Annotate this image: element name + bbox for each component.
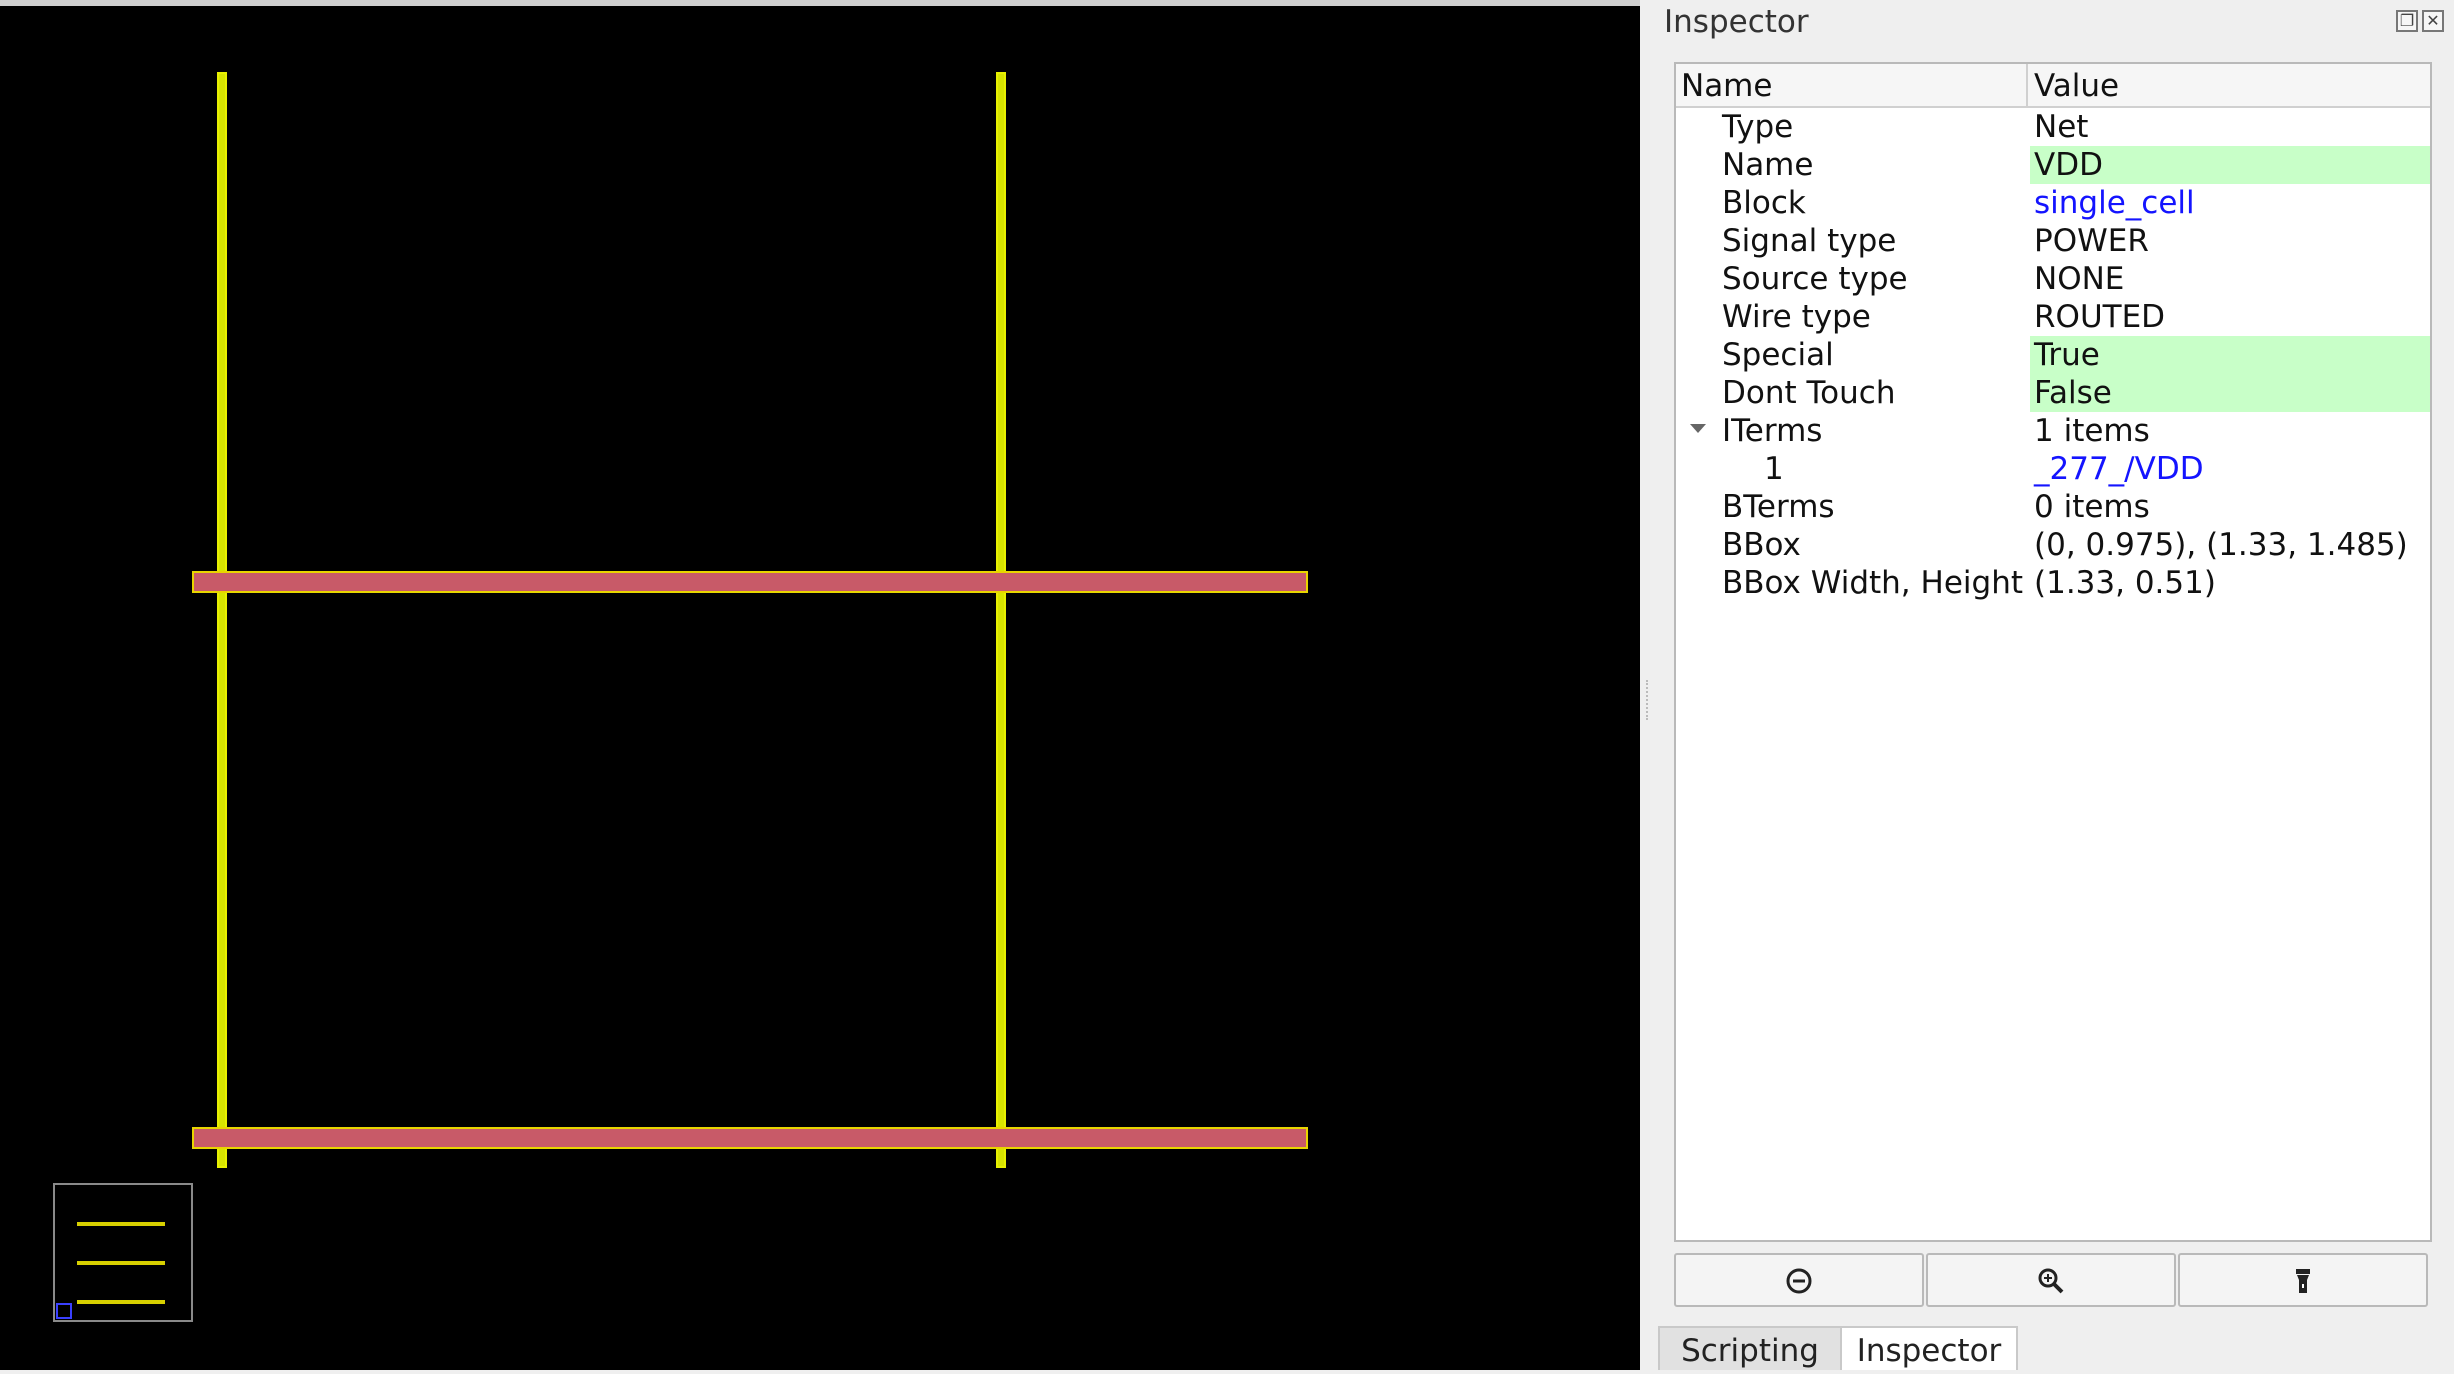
tree-header: Name Value xyxy=(1676,64,2430,108)
inspector-row[interactable]: BBox (0, 0.975), (1.33, 1.485) xyxy=(1676,526,2430,564)
row-value-link[interactable]: _277_/VDD xyxy=(2034,450,2204,488)
row-name: 1 xyxy=(1764,451,1784,487)
close-icon[interactable]: ✕ xyxy=(2422,10,2444,32)
inspector-row[interactable]: BBox Width, Height (1.33, 0.51) xyxy=(1676,564,2430,602)
row-name: Dont Touch xyxy=(1722,375,1896,411)
inspector-row[interactable]: Block single_cell xyxy=(1676,184,2430,222)
row-value: VDD xyxy=(2034,147,2103,183)
row-name: Special xyxy=(1722,337,1834,373)
float-icon[interactable]: ❐ xyxy=(2396,10,2418,32)
inspector-row[interactable]: 1 _277_/VDD xyxy=(1676,450,2430,488)
column-header-name[interactable]: Name xyxy=(1681,68,1772,104)
inspector-row[interactable]: Source type NONE xyxy=(1676,260,2430,298)
splitter-grip xyxy=(1646,680,1650,720)
power-rail-bottom[interactable] xyxy=(192,1127,1308,1149)
vertical-wire-left[interactable] xyxy=(217,72,227,1168)
row-value: NONE xyxy=(2034,261,2125,297)
minimap-line xyxy=(77,1300,165,1304)
row-value: ROUTED xyxy=(2034,299,2166,335)
power-rail-top[interactable] xyxy=(192,571,1308,593)
inspector-row[interactable]: Wire type ROUTED xyxy=(1676,298,2430,336)
inspector-row[interactable]: Type Net xyxy=(1676,108,2430,146)
inspector-row[interactable]: Special True xyxy=(1676,336,2430,374)
zoom-in-icon xyxy=(1928,1255,2174,1305)
inspector-row[interactable]: BTerms 0 items xyxy=(1676,488,2430,526)
zoom-out-button[interactable] xyxy=(1674,1253,1924,1307)
row-value: 1 items xyxy=(2034,413,2150,449)
header-separator[interactable] xyxy=(2026,64,2028,108)
row-value: False xyxy=(2034,375,2112,411)
row-name: Wire type xyxy=(1722,299,1871,335)
tab-scripting[interactable]: Scripting xyxy=(1658,1326,1842,1370)
row-value: POWER xyxy=(2034,223,2149,259)
row-name: BTerms xyxy=(1722,489,1835,525)
chevron-down-icon[interactable] xyxy=(1690,424,1706,433)
inspector-row[interactable]: ITerms 1 items xyxy=(1676,412,2430,450)
inspector-row[interactable]: Signal type POWER xyxy=(1676,222,2430,260)
zoom-in-button[interactable] xyxy=(1926,1253,2176,1307)
row-name: BBox xyxy=(1722,527,1801,563)
vertical-wire-right[interactable] xyxy=(996,72,1006,1168)
dock-title: Inspector xyxy=(1664,4,1809,40)
row-value: 0 items xyxy=(2034,489,2150,525)
row-name: Block xyxy=(1722,185,1806,221)
row-name: Signal type xyxy=(1722,223,1897,259)
row-value: (1.33, 0.51) xyxy=(2034,565,2216,601)
row-name: Source type xyxy=(1722,261,1908,297)
inspector-dock: Inspector ❐ ✕ Name Value Type Net Name VDD B… xyxy=(1654,0,2454,1370)
minimap[interactable] xyxy=(53,1183,193,1322)
row-name: BBox Width, Height xyxy=(1722,565,2023,601)
inspector-tree[interactable]: Name Value Type Net Name VDD Block single_cel… xyxy=(1674,62,2432,1242)
row-name: Name xyxy=(1722,147,1814,183)
column-header-value[interactable]: Value xyxy=(2034,68,2119,104)
dock-tabs: Scripting Inspector xyxy=(1654,1326,2454,1370)
layout-canvas[interactable] xyxy=(0,0,1640,1370)
zoom-out-icon xyxy=(1676,1255,1922,1305)
row-value: (0, 0.975), (1.33, 1.485) xyxy=(2034,527,2408,563)
minimap-viewport[interactable] xyxy=(56,1303,72,1319)
highlight-button[interactable] xyxy=(2178,1253,2428,1307)
tab-inspector[interactable]: Inspector xyxy=(1840,1326,2018,1370)
row-name: Type xyxy=(1722,109,1794,145)
dock-splitter[interactable] xyxy=(1640,0,1654,1370)
inspector-row[interactable]: Name VDD xyxy=(1676,146,2430,184)
inspector-row[interactable]: Dont Touch False xyxy=(1676,374,2430,412)
row-name: ITerms xyxy=(1722,413,1823,449)
flashlight-icon xyxy=(2180,1255,2426,1305)
minimap-line xyxy=(77,1261,165,1265)
row-value: True xyxy=(2034,337,2100,373)
row-value-link[interactable]: single_cell xyxy=(2034,184,2195,222)
row-value: Net xyxy=(2034,109,2089,145)
minimap-line xyxy=(77,1222,165,1226)
